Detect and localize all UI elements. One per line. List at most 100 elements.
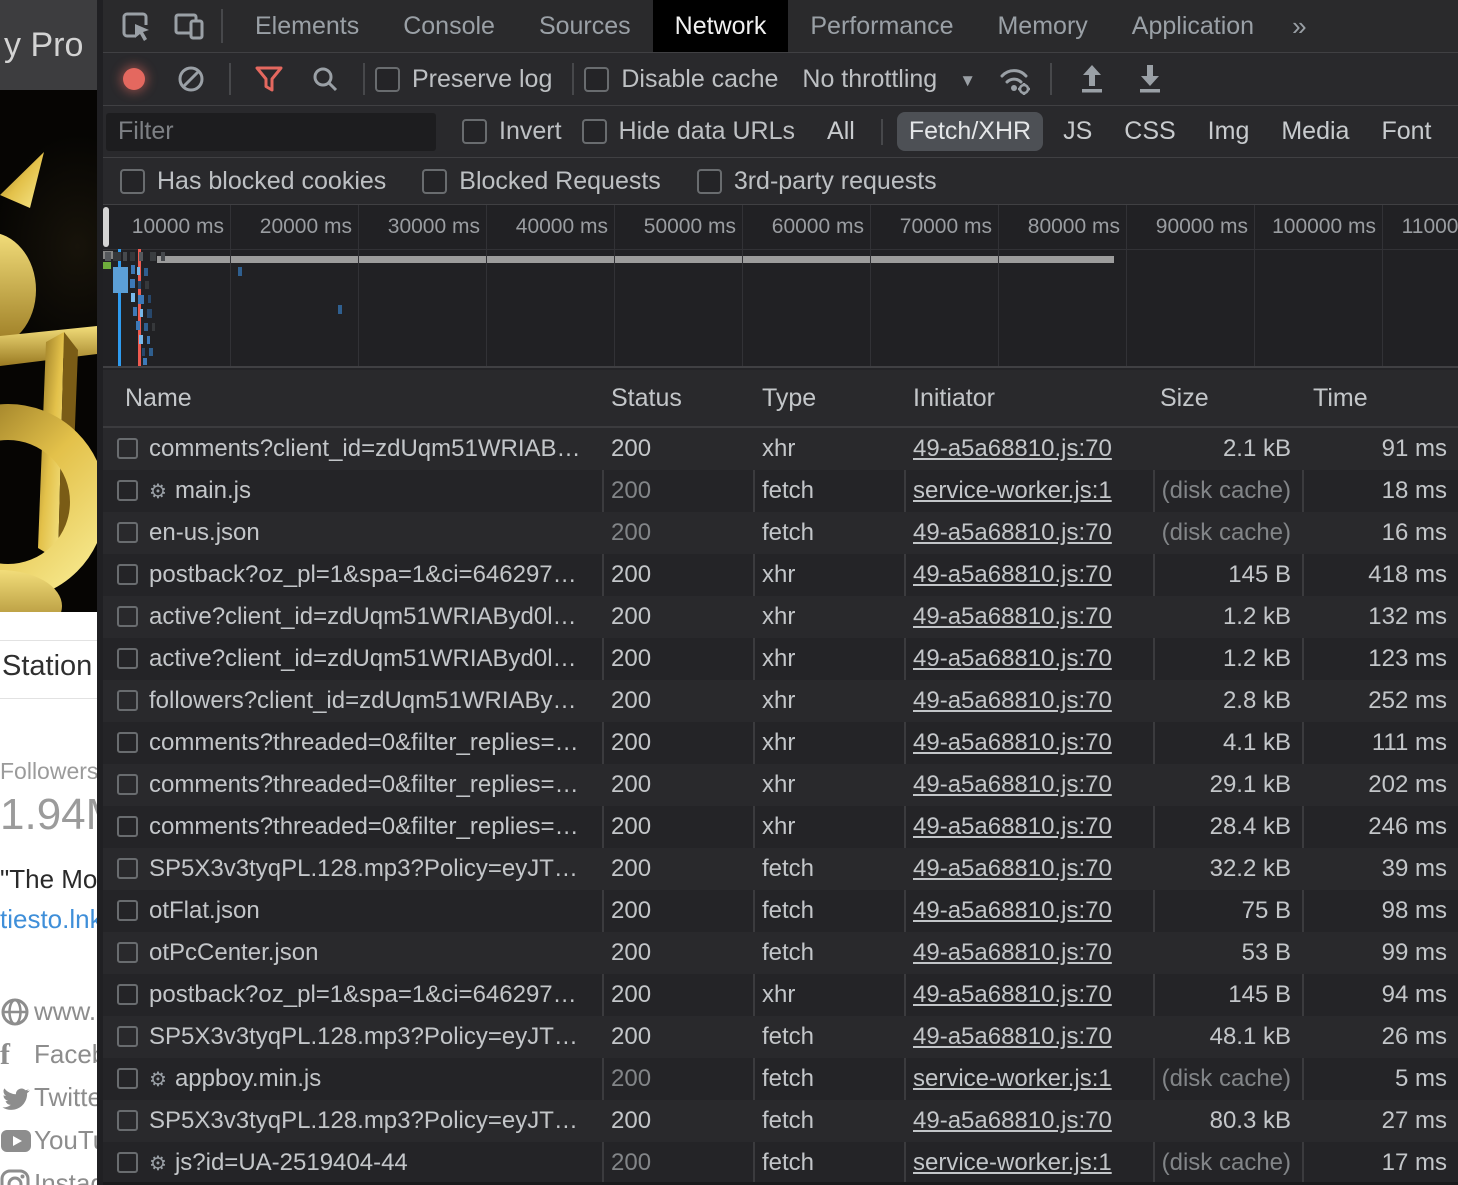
row-checkbox[interactable] — [117, 1068, 138, 1089]
request-name[interactable]: ⚙appboy.min.js — [149, 1058, 599, 1100]
request-name[interactable]: postback?oz_pl=1&spa=1&ci=646297… — [149, 554, 599, 596]
initiator-link[interactable]: 49-a5a68810.js:70 — [913, 645, 1112, 673]
request-name[interactable]: ⚙main.js — [149, 470, 599, 512]
request-name[interactable]: active?client_id=zdUqm51WRIAByd0l… — [149, 596, 599, 638]
row-checkbox[interactable] — [117, 1152, 138, 1173]
row-checkbox[interactable] — [117, 1110, 138, 1131]
column-header-name[interactable]: Name — [125, 370, 192, 426]
request-name[interactable]: comments?client_id=zdUqm51WRIAB… — [149, 428, 599, 470]
table-row[interactable]: en-us.json200fetch49-a5a68810.js:70(disk… — [103, 512, 1458, 554]
try-pro-label[interactable]: y Pro — [4, 26, 83, 65]
request-name[interactable]: active?client_id=zdUqm51WRIAByd0l… — [149, 638, 599, 680]
table-row[interactable]: postback?oz_pl=1&spa=1&ci=646297…200xhr4… — [103, 554, 1458, 596]
tab-memory[interactable]: Memory — [975, 0, 1109, 52]
type-filter-img[interactable]: Img — [1196, 112, 1262, 151]
initiator-link[interactable]: service-worker.js:1 — [913, 1065, 1112, 1093]
row-checkbox[interactable] — [117, 522, 138, 543]
column-header-status[interactable]: Status — [611, 370, 682, 426]
request-name[interactable]: en-us.json — [149, 512, 599, 554]
column-header-initiator[interactable]: Initiator — [913, 370, 995, 426]
table-row[interactable]: comments?threaded=0&filter_replies=…200x… — [103, 722, 1458, 764]
request-name[interactable]: SP5X3v3tyqPL.128.mp3?Policy=eyJT… — [149, 1100, 599, 1142]
row-checkbox[interactable] — [117, 774, 138, 795]
request-name[interactable]: ⚙js?id=UA-2519404-44 — [149, 1142, 599, 1184]
blocked-requests-checkbox[interactable] — [422, 169, 447, 194]
row-checkbox[interactable] — [117, 480, 138, 501]
table-row[interactable]: active?client_id=zdUqm51WRIAByd0l…200xhr… — [103, 638, 1458, 680]
invert-checkbox[interactable] — [462, 119, 487, 144]
external-link[interactable]: tiesto.lnk — [0, 904, 97, 935]
station-link[interactable]: Station — [2, 650, 92, 683]
table-row[interactable]: active?client_id=zdUqm51WRIAByd0l…200xhr… — [103, 596, 1458, 638]
type-filter-all[interactable]: All — [815, 112, 867, 151]
row-checkbox[interactable] — [117, 984, 138, 1005]
row-checkbox[interactable] — [117, 900, 138, 921]
initiator-link[interactable]: 49-a5a68810.js:70 — [913, 519, 1112, 547]
table-row[interactable]: comments?client_id=zdUqm51WRIAB…200xhr49… — [103, 428, 1458, 470]
disable-cache-checkbox[interactable] — [584, 67, 609, 92]
table-row[interactable]: followers?client_id=zdUqm51WRIABy…200xhr… — [103, 680, 1458, 722]
tab-application[interactable]: Application — [1110, 0, 1276, 52]
social-link-twitte[interactable]: Twitte — [0, 1076, 97, 1119]
chevron-down-icon[interactable]: ▼ — [959, 71, 976, 91]
initiator-link[interactable]: 49-a5a68810.js:70 — [913, 687, 1112, 715]
type-filter-media[interactable]: Media — [1269, 112, 1361, 151]
search-icon[interactable] — [309, 63, 341, 95]
type-filter-doc[interactable]: Doc — [1451, 112, 1458, 151]
request-name[interactable]: comments?threaded=0&filter_replies=… — [149, 806, 599, 848]
preserve-log-checkbox[interactable] — [375, 67, 400, 92]
type-filter-fetchxhr[interactable]: Fetch/XHR — [897, 112, 1043, 151]
column-header-type[interactable]: Type — [762, 370, 816, 426]
initiator-link[interactable]: 49-a5a68810.js:70 — [913, 855, 1112, 883]
tab-sources[interactable]: Sources — [517, 0, 653, 52]
initiator-link[interactable]: 49-a5a68810.js:70 — [913, 729, 1112, 757]
row-checkbox[interactable] — [117, 438, 138, 459]
request-name[interactable]: SP5X3v3tyqPL.128.mp3?Policy=eyJT… — [149, 848, 599, 890]
type-filter-js[interactable]: JS — [1051, 112, 1104, 151]
row-checkbox[interactable] — [117, 732, 138, 753]
3rd-party-requests-checkbox[interactable] — [697, 169, 722, 194]
row-checkbox[interactable] — [117, 690, 138, 711]
table-row[interactable]: otFlat.json200fetch49-a5a68810.js:7075 B… — [103, 890, 1458, 932]
row-checkbox[interactable] — [117, 858, 138, 879]
initiator-link[interactable]: 49-a5a68810.js:70 — [913, 897, 1112, 925]
table-row[interactable]: ⚙js?id=UA-2519404-44200fetchservice-work… — [103, 1142, 1458, 1184]
network-overview-timeline[interactable]: 10000 ms20000 ms30000 ms40000 ms50000 ms… — [103, 205, 1458, 368]
table-row[interactable]: SP5X3v3tyqPL.128.mp3?Policy=eyJT…200fetc… — [103, 1016, 1458, 1058]
filter-icon[interactable] — [253, 63, 285, 95]
initiator-link[interactable]: 49-a5a68810.js:70 — [913, 561, 1112, 589]
row-checkbox[interactable] — [117, 648, 138, 669]
request-name[interactable]: otFlat.json — [149, 890, 599, 932]
social-link-www[interactable]: www. — [0, 990, 97, 1033]
initiator-link[interactable]: service-worker.js:1 — [913, 1149, 1112, 1177]
table-row[interactable]: SP5X3v3tyqPL.128.mp3?Policy=eyJT…200fetc… — [103, 1100, 1458, 1142]
table-row[interactable]: postback?oz_pl=1&spa=1&ci=646297…200xhr4… — [103, 974, 1458, 1016]
tab-elements[interactable]: Elements — [233, 0, 381, 52]
table-row[interactable]: otPcCenter.json200fetch49-a5a68810.js:70… — [103, 932, 1458, 974]
column-header-time[interactable]: Time — [1313, 370, 1368, 426]
export-har-icon[interactable] — [1134, 62, 1166, 96]
social-link-faceb[interactable]: fFaceb — [0, 1033, 97, 1076]
request-name[interactable]: followers?client_id=zdUqm51WRIABy… — [149, 680, 599, 722]
request-name[interactable]: comments?threaded=0&filter_replies=… — [149, 722, 599, 764]
request-name[interactable]: otPcCenter.json — [149, 932, 599, 974]
table-row[interactable]: ⚙main.js200fetchservice-worker.js:1(disk… — [103, 470, 1458, 512]
tab-network[interactable]: Network — [653, 0, 789, 52]
row-checkbox[interactable] — [117, 564, 138, 585]
initiator-link[interactable]: 49-a5a68810.js:70 — [913, 771, 1112, 799]
table-row[interactable]: comments?threaded=0&filter_replies=…200x… — [103, 806, 1458, 848]
row-checkbox[interactable] — [117, 606, 138, 627]
record-network-log-button[interactable] — [123, 68, 145, 90]
throttling-select[interactable]: No throttling — [802, 65, 937, 94]
social-link-youtu[interactable]: YouTu — [0, 1119, 97, 1162]
request-name[interactable]: comments?threaded=0&filter_replies=… — [149, 764, 599, 806]
initiator-link[interactable]: 49-a5a68810.js:70 — [913, 813, 1112, 841]
social-link-instag[interactable]: Instag — [0, 1162, 97, 1185]
initiator-link[interactable]: 49-a5a68810.js:70 — [913, 435, 1112, 463]
table-row[interactable]: SP5X3v3tyqPL.128.mp3?Policy=eyJT…200fetc… — [103, 848, 1458, 890]
row-checkbox[interactable] — [117, 942, 138, 963]
type-filter-font[interactable]: Font — [1369, 112, 1443, 151]
row-checkbox[interactable] — [117, 1026, 138, 1047]
initiator-link[interactable]: 49-a5a68810.js:70 — [913, 939, 1112, 967]
network-conditions-icon[interactable] — [996, 61, 1034, 97]
